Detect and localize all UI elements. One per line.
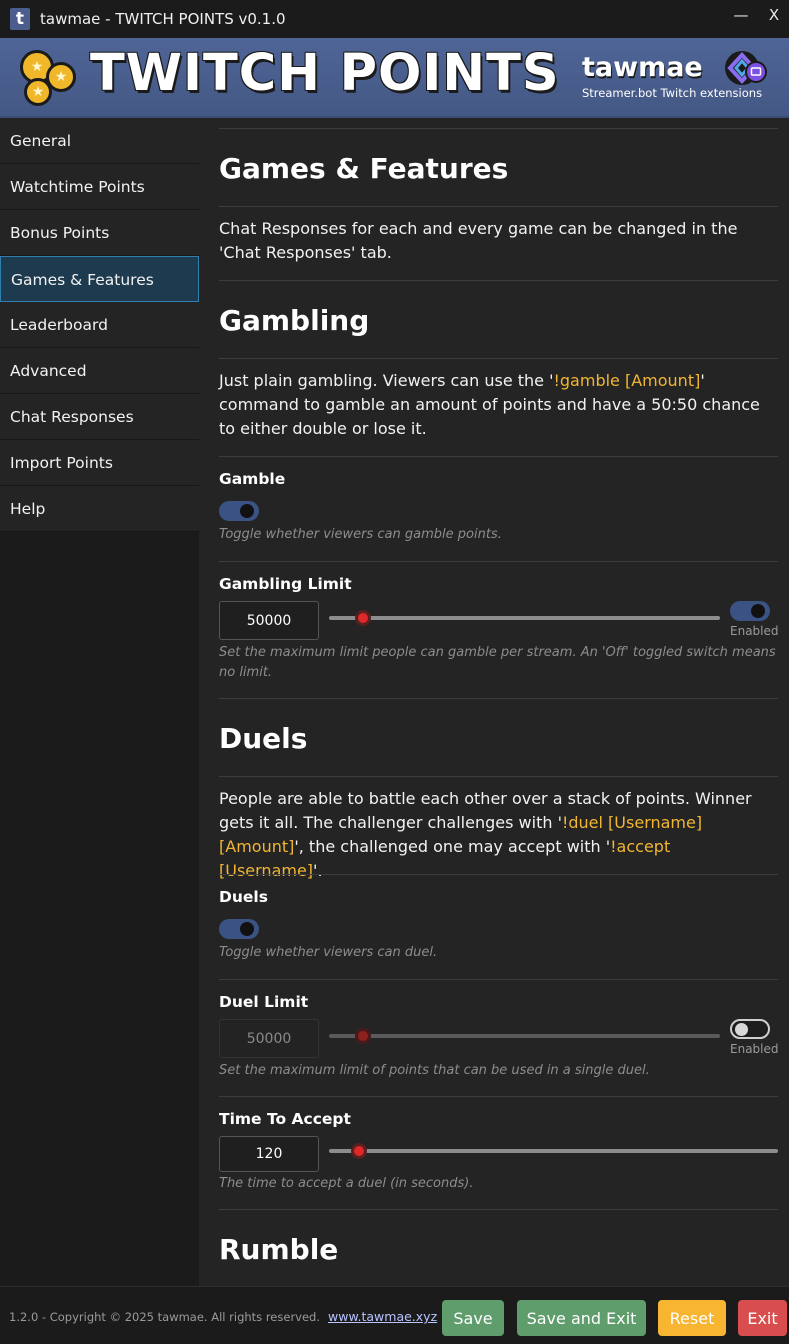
app-icon: t (10, 8, 30, 30)
save-and-exit-button[interactable]: Save and Exit (517, 1300, 646, 1336)
slider-thumb[interactable] (355, 610, 371, 626)
slider-track (329, 1149, 778, 1153)
settings-panel[interactable]: Games & Features Chat Responses for each… (199, 118, 789, 1286)
divider (219, 206, 778, 207)
title-bar: t tawmae - TWITCH POINTS v0.1.0 — X (0, 0, 789, 38)
sidebar-item-chat-responses[interactable]: Chat Responses (0, 394, 199, 440)
gamble-toggle[interactable] (219, 501, 259, 521)
sidebar-item-import-points[interactable]: Import Points (0, 440, 199, 486)
divider (219, 280, 778, 281)
gambling-limit-hint: Set the maximum limit people can gamble … (219, 645, 776, 680)
brand-name: tawmae (582, 52, 703, 83)
toggle-knob (240, 504, 254, 518)
toggle-knob (240, 922, 254, 936)
duels-heading: Duels (219, 722, 308, 755)
gamble-toggle-title: Gamble (219, 470, 286, 488)
gambling-heading: Gambling (219, 304, 370, 337)
divider (219, 776, 778, 777)
duel-limit-slider[interactable] (329, 1027, 720, 1045)
footer-bar: 1.2.0 - Copyright © 2025 tawmae. All rig… (0, 1286, 789, 1344)
duel-command: !duel [Username] (561, 813, 703, 832)
time-to-accept-input[interactable]: 120 (219, 1136, 319, 1172)
gamble-toggle-hint: Toggle whether viewers can gamble points… (219, 527, 502, 542)
time-to-accept-slider[interactable] (329, 1142, 778, 1160)
time-to-accept-hint: The time to accept a duel (in seconds). (219, 1176, 474, 1191)
duels-toggle-title: Duels (219, 888, 268, 906)
duels-description: People are able to battle each other ove… (219, 789, 752, 880)
sidebar-item-general[interactable]: General (0, 118, 199, 164)
brand-block: tawmae Streamer.bot Twitch extensions (582, 50, 782, 110)
time-to-accept-title: Time To Accept (219, 1110, 351, 1128)
brand-subtitle: Streamer.bot Twitch extensions (582, 86, 763, 100)
website-link[interactable]: www.tawmae.xyz (328, 1309, 437, 1324)
duel-limit-title: Duel Limit (219, 993, 309, 1011)
save-button[interactable]: Save (442, 1300, 504, 1336)
gambling-limit-title: Gambling Limit (219, 575, 352, 593)
reset-button[interactable]: Reset (658, 1300, 726, 1336)
divider (219, 874, 778, 875)
sidebar-item-advanced[interactable]: Advanced (0, 348, 199, 394)
exit-button[interactable]: Exit (738, 1300, 787, 1336)
divider (219, 358, 778, 359)
divider (219, 1209, 778, 1210)
sidebar-item-leaderboard[interactable]: Leaderboard (0, 302, 199, 348)
banner-title: TWITCH POINTS (90, 44, 560, 103)
rumble-heading: Rumble (219, 1233, 339, 1266)
divider (219, 561, 778, 562)
duel-amount-command: [Amount] (219, 837, 295, 856)
toggle-knob (735, 1023, 748, 1036)
gamble-command: !gamble [Amount] (553, 371, 701, 390)
minimize-button[interactable]: — (729, 6, 753, 24)
gambling-description: Just plain gambling. Viewers can use the… (219, 371, 760, 438)
duel-limit-toggle-label: Enabled (730, 1042, 779, 1056)
gambling-limit-toggle-label: Enabled (730, 624, 779, 638)
close-button[interactable]: X (762, 6, 786, 24)
tawmae-logo-icon (725, 51, 767, 85)
duel-limit-input[interactable]: 50000 (219, 1019, 319, 1058)
coin-icon: ★ (24, 78, 52, 106)
sidebar-item-bonus-points[interactable]: Bonus Points (0, 210, 199, 256)
duel-limit-toggle[interactable] (730, 1019, 770, 1039)
divider (219, 128, 778, 129)
window-title: tawmae - TWITCH POINTS v0.1.0 (40, 10, 286, 28)
gambling-limit-slider[interactable] (329, 609, 720, 627)
sidebar-item-help[interactable]: Help (0, 486, 199, 532)
sidebar-item-games-features[interactable]: Games & Features (0, 256, 199, 302)
sidebar-item-watchtime-points[interactable]: Watchtime Points (0, 164, 199, 210)
gambling-limit-input[interactable]: 50000 (219, 601, 319, 640)
toggle-knob (751, 604, 765, 618)
copyright-text: 1.2.0 - Copyright © 2025 tawmae. All rig… (9, 1310, 321, 1324)
duels-toggle[interactable] (219, 919, 259, 939)
gambling-limit-toggle[interactable] (730, 601, 770, 621)
sidebar: General Watchtime Points Bonus Points Ga… (0, 118, 199, 1286)
coins-icon: ★ ★ ★ (20, 50, 78, 106)
page-title: Games & Features (219, 152, 509, 185)
slider-track (329, 1034, 720, 1038)
slider-thumb[interactable] (351, 1143, 367, 1159)
header-banner: ★ ★ ★ TWITCH POINTS tawmae Streamer.bot … (0, 38, 789, 118)
divider (219, 1096, 778, 1097)
slider-thumb[interactable] (355, 1028, 371, 1044)
duels-toggle-hint: Toggle whether viewers can duel. (219, 945, 438, 960)
duel-limit-hint: Set the maximum limit of points that can… (219, 1063, 650, 1078)
intro-text: Chat Responses for each and every game c… (219, 219, 738, 262)
slider-track (329, 616, 720, 620)
divider (219, 698, 778, 699)
divider (219, 456, 778, 457)
divider (219, 979, 778, 980)
